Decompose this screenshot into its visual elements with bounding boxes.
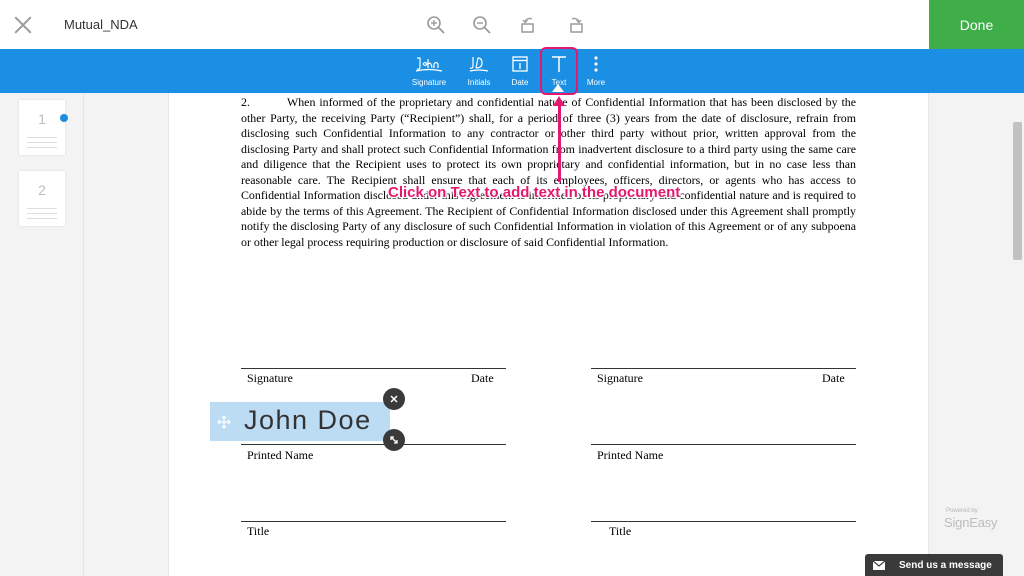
field-toolbar: Signature Initials Date Text More xyxy=(0,49,1024,93)
page-thumbnails-sidebar xyxy=(0,93,84,576)
rotate-right-icon[interactable] xyxy=(565,15,585,35)
close-icon[interactable] xyxy=(12,14,34,36)
resize-field-handle[interactable] xyxy=(383,429,405,451)
initials-tool[interactable]: Initials xyxy=(456,49,502,93)
active-tool-caret xyxy=(552,84,564,92)
current-page-indicator xyxy=(60,114,68,122)
initials-icon xyxy=(469,57,489,72)
resize-icon xyxy=(390,436,398,444)
top-bar: Mutual_NDA Done xyxy=(0,0,1024,49)
signeasy-logo: SignEasy xyxy=(944,515,998,530)
text-field[interactable]: John Doe xyxy=(210,402,390,441)
title-label-right: Title xyxy=(609,524,632,538)
text-field-value: John Doe xyxy=(244,405,372,435)
close-icon xyxy=(390,395,398,403)
done-button[interactable]: Done xyxy=(929,0,1024,49)
title-line-right xyxy=(591,521,856,522)
document-page[interactable]: 2. When informed of the proprietary and c… xyxy=(168,93,929,576)
printed-name-line-right xyxy=(591,444,856,445)
zoom-out-icon[interactable] xyxy=(472,15,492,35)
page-thumbnail-2[interactable]: 2 xyxy=(19,171,65,226)
paragraph-number: 2. xyxy=(241,95,250,109)
delete-field-button[interactable] xyxy=(383,388,405,410)
signature-label-left: Signature xyxy=(247,371,293,385)
document-title: Mutual_NDA xyxy=(64,17,138,32)
rotate-left-icon[interactable] xyxy=(519,15,539,35)
paragraph-text: When informed of the proprietary and con… xyxy=(241,95,856,249)
page-thumbnail-1[interactable]: 1 xyxy=(19,100,65,155)
more-tool[interactable]: More xyxy=(573,49,619,93)
title-line-left xyxy=(241,521,506,522)
printed-name-line-left xyxy=(241,444,506,445)
printed-name-label-right: Printed Name xyxy=(597,448,664,462)
signature-label-right: Signature xyxy=(597,371,643,385)
calendar-icon xyxy=(512,56,528,72)
more-vertical-icon xyxy=(594,56,598,72)
paragraph-2: 2. When informed of the proprietary and c… xyxy=(241,95,856,250)
date-label-left: Date xyxy=(471,371,494,385)
zoom-in-icon[interactable] xyxy=(426,15,446,35)
signature-line-left xyxy=(241,368,506,369)
title-label-left: Title xyxy=(247,524,270,538)
envelope-icon xyxy=(873,560,885,570)
printed-name-label-left: Printed Name xyxy=(247,448,314,462)
annotation-callout: Click on Text to add text in the documen… xyxy=(388,184,681,201)
move-icon[interactable] xyxy=(217,415,231,429)
signature-icon xyxy=(415,57,443,72)
powered-by-label: Powered by xyxy=(946,508,978,514)
signature-tool[interactable]: Signature xyxy=(406,49,452,93)
send-message-button[interactable]: Send us a message xyxy=(865,554,1003,576)
scrollbar-thumb[interactable] xyxy=(1013,122,1022,260)
signature-line-right xyxy=(591,368,856,369)
annotation-arrow xyxy=(558,104,561,182)
date-label-right: Date xyxy=(822,371,845,385)
